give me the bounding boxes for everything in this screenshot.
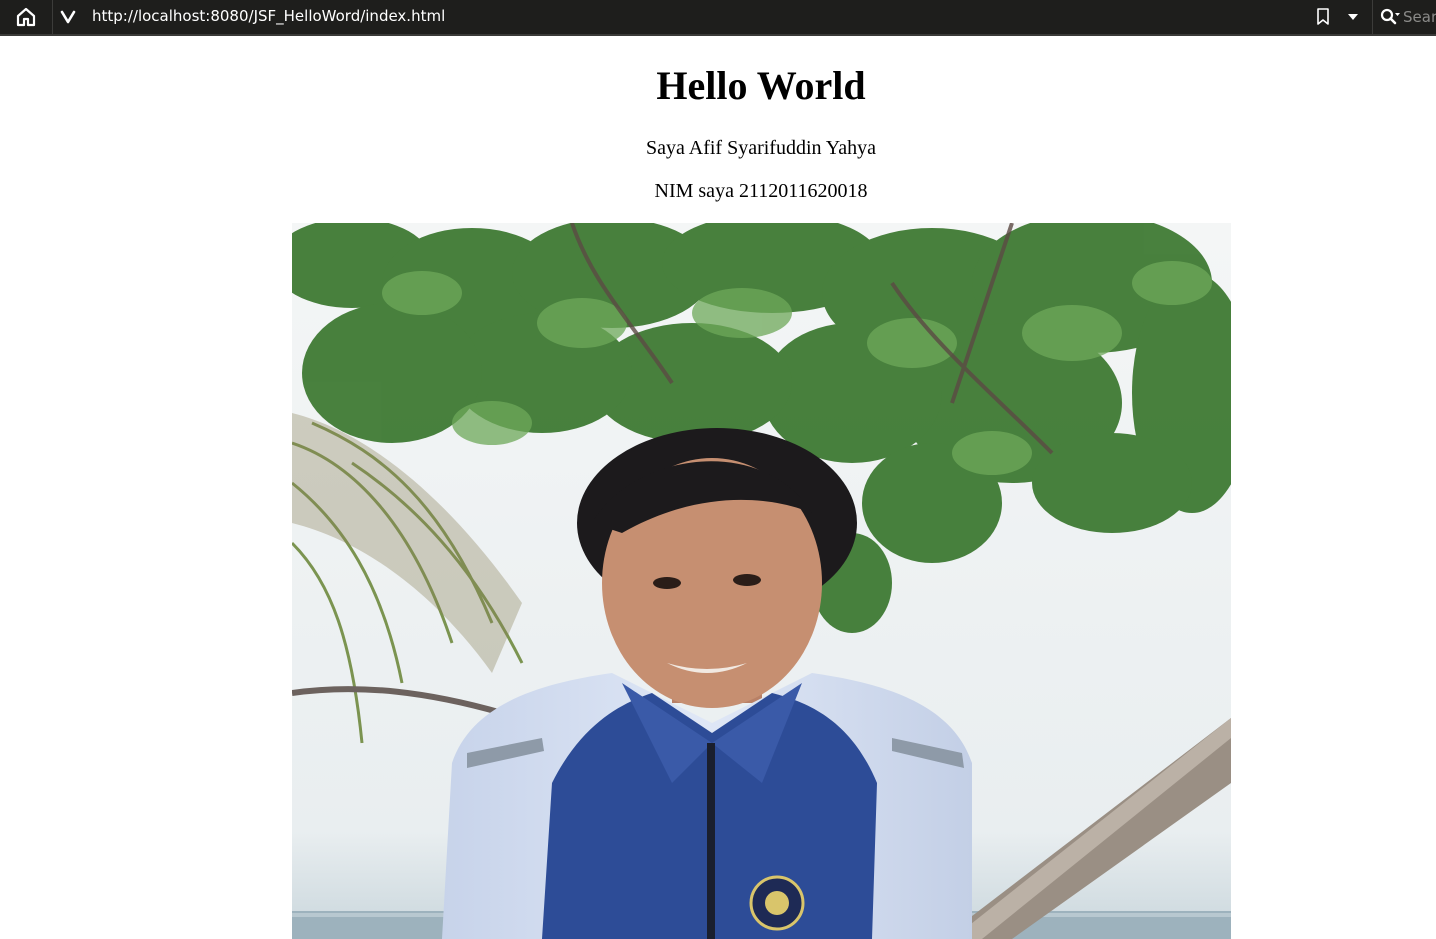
bookmark-button[interactable]	[1310, 0, 1336, 34]
name-text: Saya Afif Syarifuddin Yahya	[646, 137, 876, 159]
nim-text: NIM saya 2112011620018	[654, 180, 868, 202]
browser-toolbar: http://localhost:8080/JSF_HelloWord/inde…	[0, 0, 1436, 36]
chevron-down-icon	[1348, 14, 1358, 20]
address-bar-url: http://localhost:8080/JSF_HelloWord/inde…	[92, 7, 446, 25]
search-icon	[1380, 8, 1400, 25]
search-input[interactable]	[1403, 8, 1436, 26]
profile-photo	[292, 223, 1231, 939]
address-dropdown-button[interactable]	[1340, 0, 1366, 34]
page-content: Hello World Saya Afif Syarifuddin Yahya …	[0, 36, 1436, 939]
vivaldi-menu-button[interactable]	[53, 0, 83, 34]
vivaldi-logo-icon	[60, 10, 76, 24]
home-icon	[16, 7, 36, 27]
home-button[interactable]	[0, 0, 53, 34]
page-heading: Hello World	[656, 63, 866, 108]
search-field[interactable]	[1372, 0, 1436, 34]
bookmark-icon	[1317, 8, 1329, 25]
address-bar[interactable]: http://localhost:8080/JSF_HelloWord/inde…	[92, 0, 1292, 34]
